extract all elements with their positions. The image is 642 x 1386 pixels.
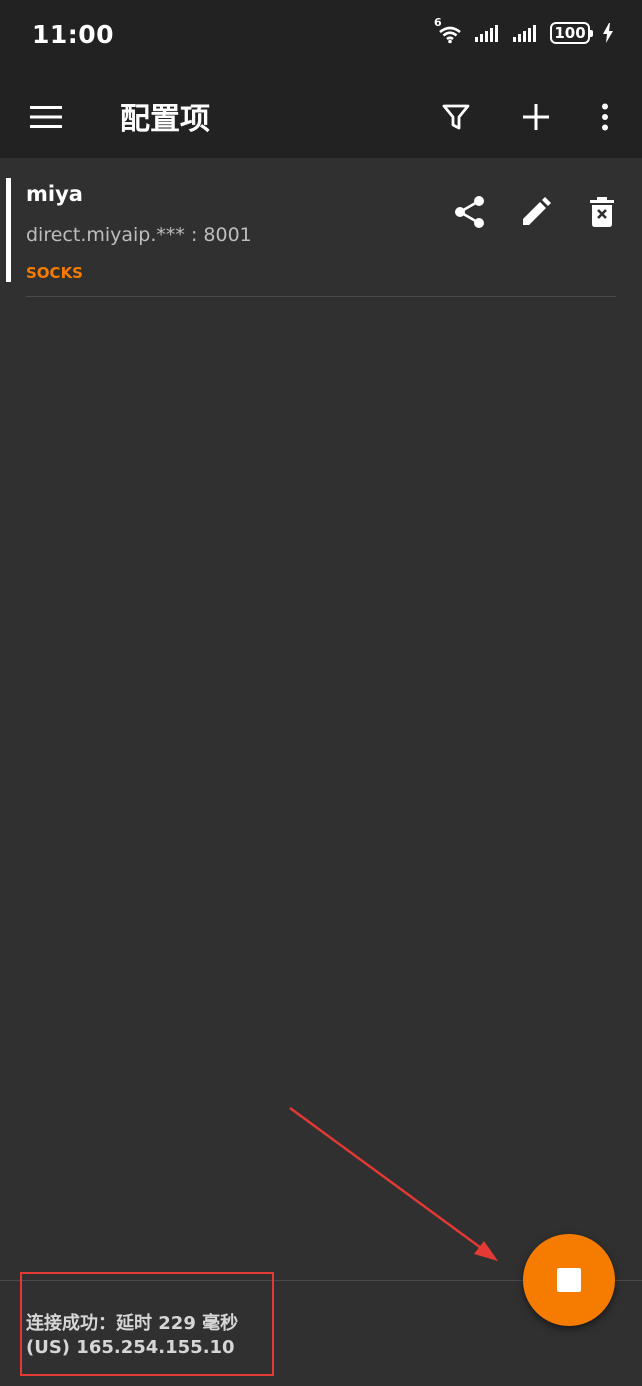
selected-indicator bbox=[6, 178, 11, 282]
stop-icon bbox=[557, 1268, 581, 1292]
signal-icon-2 bbox=[512, 23, 540, 43]
annotation-highlight-box bbox=[20, 1272, 274, 1376]
server-type: SOCKS bbox=[26, 264, 83, 282]
more-vert-icon[interactable] bbox=[581, 93, 629, 141]
delete-icon[interactable] bbox=[578, 188, 626, 236]
page-title: 配置项 bbox=[120, 102, 210, 137]
server-list-item[interactable]: miya direct.miyaip.*** : 8001 SOCKS bbox=[0, 158, 642, 298]
edit-icon[interactable] bbox=[512, 188, 560, 236]
menu-icon[interactable] bbox=[22, 93, 70, 141]
charging-icon bbox=[602, 22, 614, 44]
signal-icon-1 bbox=[474, 23, 502, 43]
status-icons: 6 100 bbox=[434, 16, 614, 44]
server-name: miya bbox=[26, 182, 83, 206]
item-divider bbox=[26, 296, 616, 297]
stop-fab-button[interactable] bbox=[523, 1234, 615, 1326]
status-time: 11:00 bbox=[32, 20, 115, 49]
server-address: direct.miyaip.*** : 8001 bbox=[26, 224, 252, 246]
status-bar: 11:00 6 100 bbox=[0, 0, 642, 76]
app-bar: 配置项 bbox=[0, 76, 642, 158]
add-icon[interactable] bbox=[512, 93, 560, 141]
share-icon[interactable] bbox=[446, 188, 494, 236]
filter-icon[interactable] bbox=[432, 93, 480, 141]
battery-indicator: 100 bbox=[550, 22, 593, 44]
wifi-icon: 6 bbox=[434, 16, 464, 44]
wifi-label: 6 bbox=[434, 16, 442, 29]
battery-level: 100 bbox=[554, 24, 586, 42]
